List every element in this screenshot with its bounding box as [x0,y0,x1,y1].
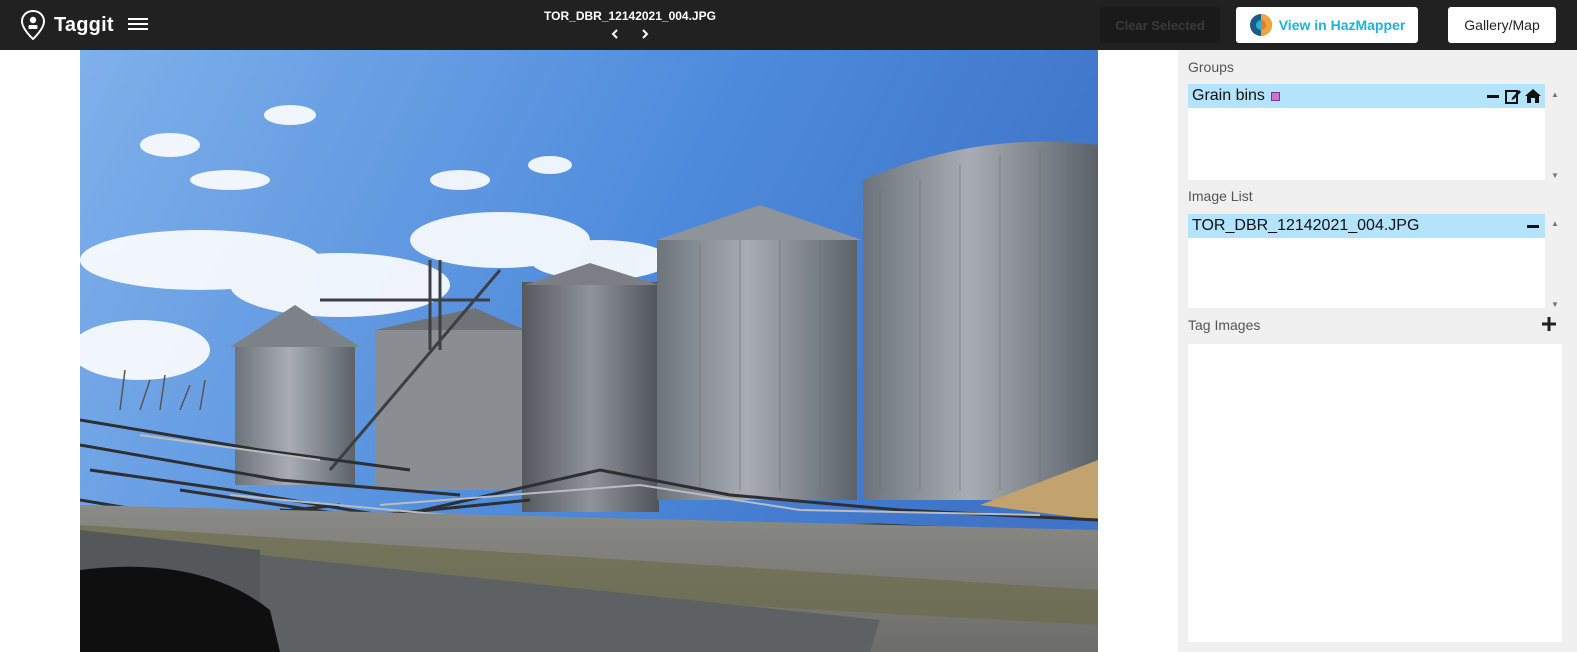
top-bar: Taggit TOR_DBR_12142021_004.JPG Clear Se… [0,0,1577,50]
map-pin-icon [20,10,46,40]
view-in-hazmapper-button[interactable]: View in HazMapper [1236,7,1418,43]
image-list[interactable]: TOR_DBR_12142021_004.JPG [1188,214,1545,308]
grain-bins-photo [80,50,1098,652]
image-list-scroll-up[interactable]: ▲ [1551,219,1561,228]
minus-icon [1487,95,1499,98]
tag-images-heading: Tag Images [1188,317,1261,333]
app-title: Taggit [54,13,114,36]
image-viewer[interactable] [80,50,1098,652]
chevron-left-icon [611,29,618,39]
groups-scroll-up[interactable]: ▲ [1551,90,1561,99]
image-list-heading: Image List [1188,188,1253,204]
minus-icon [1527,225,1539,228]
remove-group-button[interactable] [1483,86,1503,106]
groups-scroll-down[interactable]: ▼ [1551,171,1561,180]
hamburger-menu-icon[interactable] [128,14,150,36]
gallery-map-button[interactable]: Gallery/Map [1448,7,1556,43]
tag-images-panel[interactable] [1188,344,1562,642]
remove-image-button[interactable] [1523,216,1543,236]
image-navigation [605,26,655,42]
add-tag-button[interactable] [1541,316,1557,332]
previous-image-button[interactable] [605,26,625,42]
image-list-row[interactable]: TOR_DBR_12142021_004.JPG [1188,214,1545,238]
next-image-button[interactable] [635,26,655,42]
chevron-right-icon [642,29,649,39]
group-row[interactable]: Grain bins [1188,84,1545,108]
image-list-filename: TOR_DBR_12142021_004.JPG [1192,217,1420,234]
home-group-button[interactable] [1523,86,1543,106]
group-color-swatch [1270,91,1280,101]
side-panel: Groups Grain bins ▲ ▼ Image List TOR_DBR… [1178,50,1577,652]
image-list-scroll-down[interactable]: ▼ [1551,300,1561,309]
groups-heading: Groups [1188,59,1234,75]
hazmapper-label: View in HazMapper [1278,17,1406,33]
image-row-actions [1523,216,1543,236]
hazmapper-logo-icon [1249,14,1272,36]
group-actions [1483,86,1543,106]
groups-list[interactable]: Grain bins [1188,84,1545,180]
edit-icon [1505,90,1521,104]
group-name: Grain bins [1192,87,1265,104]
plus-icon [1542,317,1556,331]
app-logo[interactable]: Taggit [20,10,114,40]
clear-selected-button[interactable]: Clear Selected [1100,7,1220,43]
edit-group-button[interactable] [1503,86,1523,106]
home-icon [1525,89,1541,103]
current-image-filename: TOR_DBR_12142021_004.JPG [544,9,716,23]
